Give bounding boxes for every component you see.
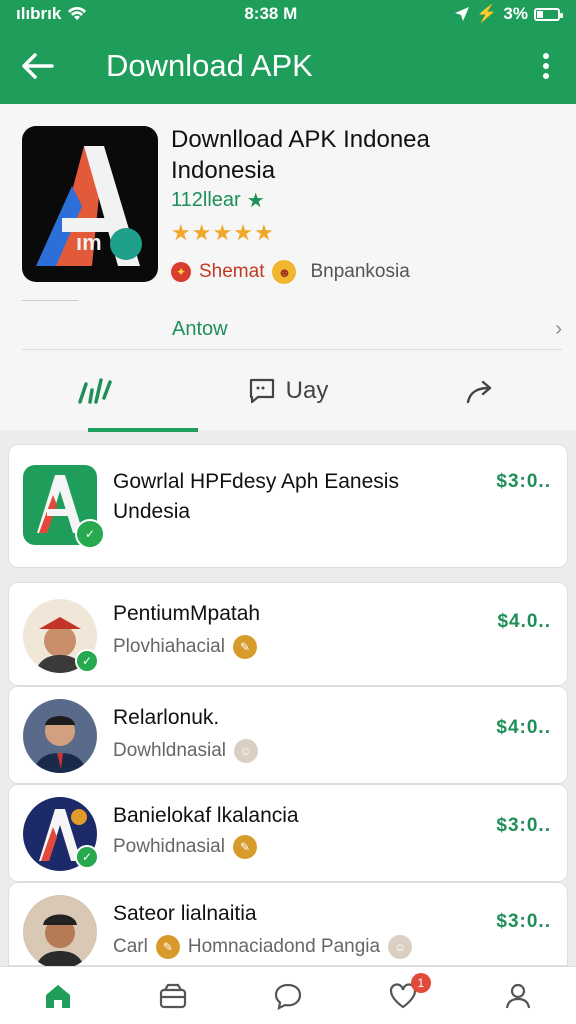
app-bar: Download APK [0, 28, 576, 104]
status-bar: ılıbrık 8:38 M ⚡ 3% [0, 0, 576, 28]
bottom-nav: 1 [0, 966, 576, 1024]
app-name: Downlload APK Indonea Indonesia [171, 124, 561, 186]
list-item-title: Banielokaf lkalancia [113, 804, 299, 827]
list-item-subtitle: Dowhldnasial ☺ [113, 739, 259, 763]
app-name-line1: Downlload APK Indonea [171, 126, 430, 153]
more-options-button[interactable] [516, 28, 576, 104]
list-item-price: $4:0.. [496, 717, 551, 738]
star-icon: ★ [171, 220, 192, 245]
tab-indicator [88, 428, 198, 432]
verified-check-icon: ✓ [75, 519, 105, 549]
list-item-title: Relarlonuk. [113, 706, 220, 729]
list-item-subtitle-text: Homnaciadond Pangia [187, 936, 381, 957]
app-header-card: ım Downlload APK Indonea Indonesia 112ll… [0, 104, 576, 432]
rating-stars: ★★★★★ [171, 220, 275, 246]
action-row[interactable]: Antow › [22, 310, 562, 350]
list-item[interactable]: ✓ Banielokaf lkalancia Powhidnasial ✎ $3… [8, 784, 568, 882]
list-item-subtitle-text: Plovhiahacial [113, 636, 225, 657]
list-item-subtitle: Carl ✎ Homnaciadond Pangia ☺ [113, 935, 413, 959]
tab-activity[interactable] [0, 352, 192, 430]
nav-messages[interactable] [230, 967, 345, 1024]
badge1-label: Shemat [199, 261, 265, 282]
list-item-subtitle-text: Powhidnasial [113, 836, 225, 857]
more-vert-icon [543, 53, 549, 79]
chat-bubble-icon [274, 983, 302, 1010]
nav-home[interactable] [0, 967, 115, 1024]
carrier-label: ılıbrık [16, 4, 62, 23]
list-item-price: $3:0.. [496, 471, 551, 492]
nav-wallet[interactable] [115, 967, 230, 1024]
divider [22, 300, 78, 301]
person-icon [506, 983, 531, 1008]
badge-icon: ✎ [155, 935, 180, 959]
back-button[interactable] [0, 28, 76, 104]
badge-flame-icon: ✦ [171, 262, 191, 282]
tab-share[interactable] [384, 352, 576, 430]
badge-row: ✦ Shemat ☻ Bnpankosia [171, 260, 410, 284]
avatar [23, 699, 97, 773]
list-item-price: $3:0.. [496, 815, 551, 836]
list-item-subtitle-prefix: Carl [113, 936, 148, 957]
arrow-left-icon [22, 53, 54, 79]
star-icon: ★ [191, 220, 213, 245]
nav-favorites[interactable]: 1 [346, 967, 461, 1024]
star-icon: ★ [253, 220, 275, 245]
badge-emoji-icon: ☻ [272, 260, 297, 284]
battery-icon [534, 7, 563, 21]
location-icon [455, 7, 470, 21]
badge-icon: ✎ [232, 635, 257, 659]
list-item-subtitle-text: Dowhldnasial [113, 740, 227, 761]
chart-icon [78, 378, 112, 404]
badge-icon: ✎ [232, 835, 257, 859]
action-link[interactable]: Antow [172, 318, 228, 341]
star-icon: ★ [212, 220, 234, 245]
developer-name: 112llear [171, 189, 241, 211]
list-item[interactable]: ✓ Gowrlal HPFdesy Aph Eanesis Undesia $3… [8, 444, 568, 568]
list-item-title: Gowrlal HPFdesy Aph Eanesis [113, 470, 399, 493]
svg-text:ım: ım [76, 230, 102, 255]
nav-profile[interactable] [461, 967, 576, 1024]
developer-row[interactable]: 112llear ★ [171, 188, 265, 213]
verified-check-icon: ✓ [75, 649, 99, 673]
badge2-label: Bnpankosia [310, 261, 410, 282]
battery-percent: 3% [503, 4, 528, 23]
list-item-price: $3:0.. [496, 911, 551, 932]
list-item-title: PentiumMpatah [113, 602, 261, 625]
chat-square-icon [249, 378, 274, 404]
tab-bar: Uay [0, 352, 576, 430]
list-item[interactable]: Relarlonuk. Dowhldnasial ☺ $4:0.. [8, 686, 568, 784]
list-item[interactable]: Sateor lialnaitia Carl ✎ Homnaciadond Pa… [8, 882, 568, 969]
verified-check-icon: ✓ [75, 845, 99, 869]
signal-icon: ⚡ [476, 4, 498, 23]
notification-badge: 1 [410, 973, 431, 993]
clock: 8:38 M [244, 4, 298, 23]
list-item-price: $4.0.. [497, 611, 551, 632]
avatar [23, 895, 97, 969]
star-icon: ★ [233, 220, 254, 245]
page-title: Download APK [106, 48, 313, 83]
wifi-icon [68, 7, 87, 20]
list-item[interactable]: ✓ PentiumMpatah Plovhiahacial ✎ $4.0.. [8, 582, 568, 686]
app-name-line2: Indonesia [171, 157, 276, 184]
badge-icon: ☺ [388, 935, 413, 959]
home-icon [45, 984, 70, 1008]
tab-chat[interactable]: Uay [192, 352, 384, 430]
list-item-subtitle: Plovhiahacial ✎ [113, 635, 257, 659]
app-logo-icon[interactable]: ım [22, 126, 158, 282]
list-item-title-line2: Undesia [113, 500, 191, 523]
verified-star-icon: ★ [246, 190, 265, 212]
list-item-subtitle: Powhidnasial ✎ [113, 835, 257, 859]
tab-chat-label: Uay [285, 377, 329, 404]
badge-icon: ☺ [234, 739, 259, 763]
share-icon [466, 380, 492, 404]
wallet-icon [159, 983, 186, 1008]
list-item-title: Sateor lialnaitia [113, 902, 257, 925]
chevron-right-icon: › [555, 318, 562, 340]
